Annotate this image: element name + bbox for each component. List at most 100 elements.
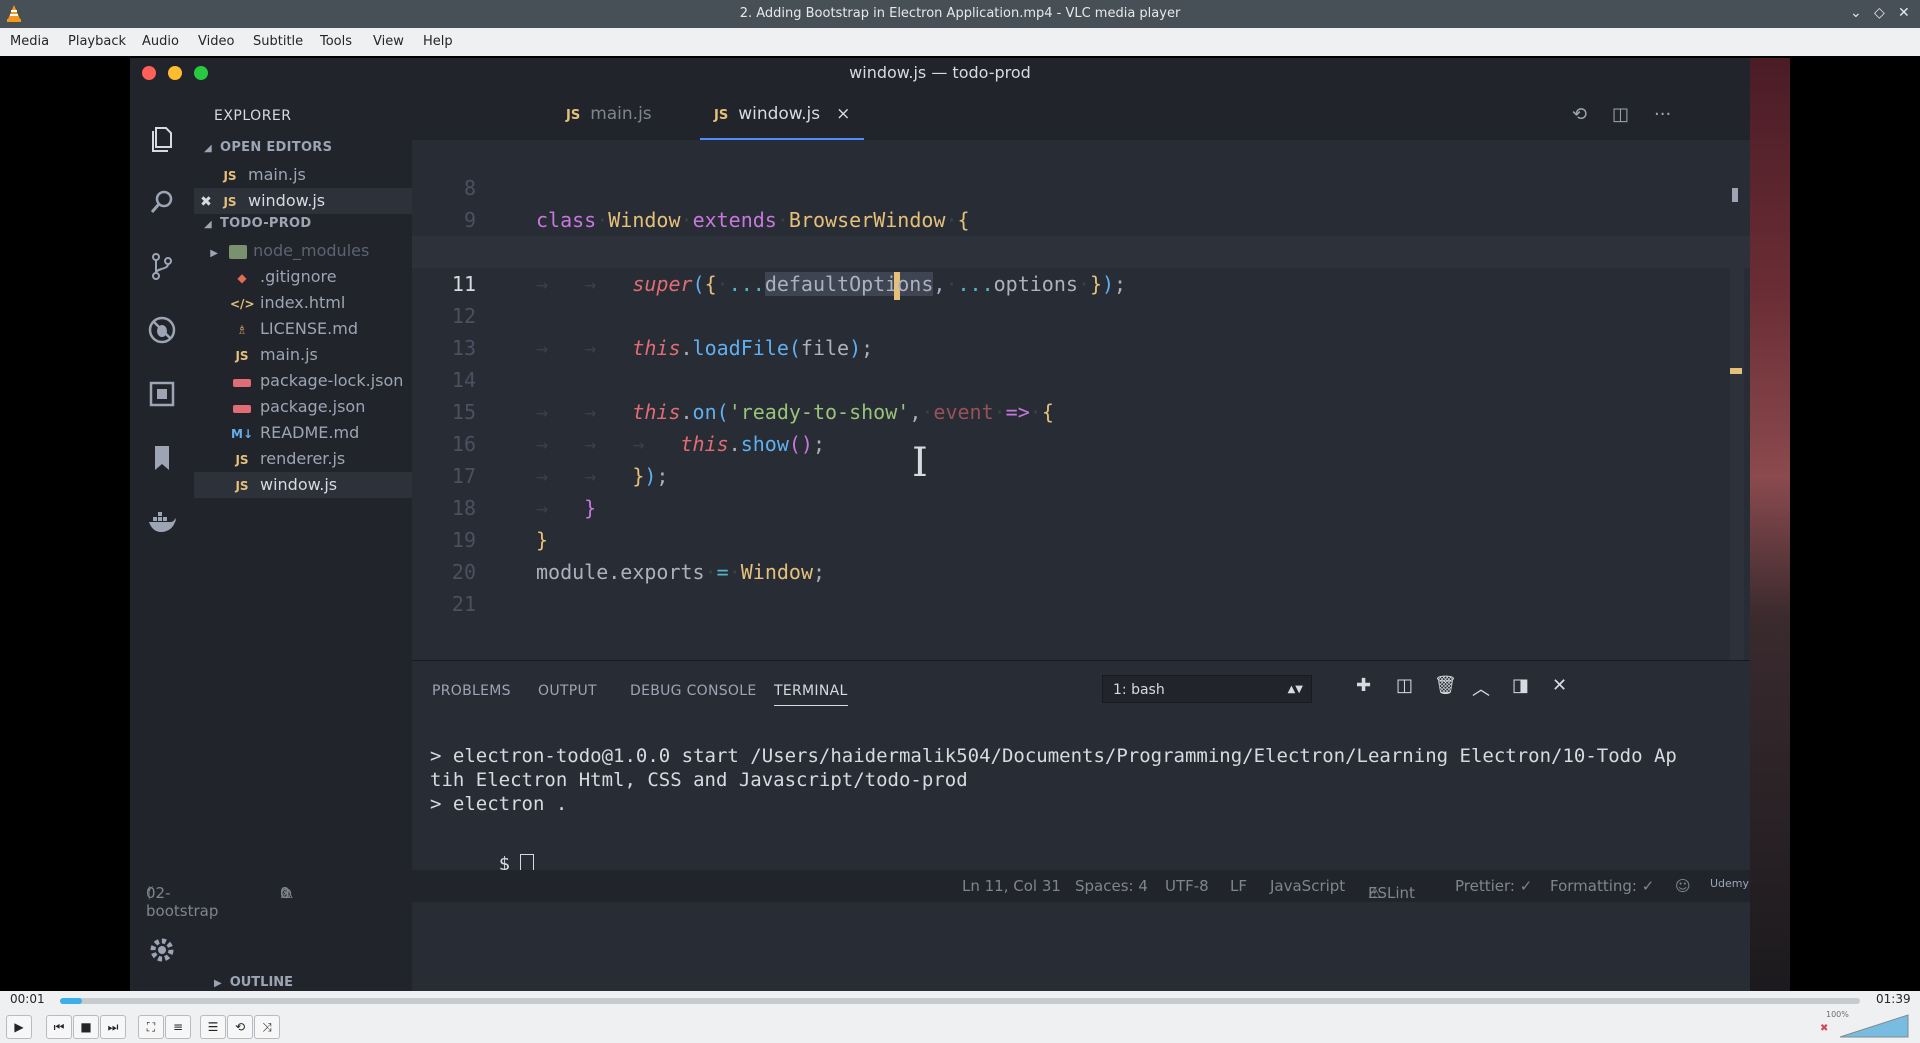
- open-editor-item-active[interactable]: ✖ JS window.js: [194, 188, 412, 214]
- tree-item[interactable]: JS renderer.js: [194, 446, 412, 472]
- time-elapsed: 00:01: [10, 992, 45, 1006]
- menu-view[interactable]: View: [373, 34, 404, 49]
- fullscreen-button[interactable]: ⛶: [138, 1015, 164, 1039]
- debug-icon[interactable]: [146, 314, 178, 346]
- gear-icon[interactable]: [146, 934, 178, 966]
- mac-close-button[interactable]: [142, 66, 156, 80]
- encoding[interactable]: UTF-8: [1165, 877, 1209, 895]
- minimize-icon[interactable]: ⌄: [1850, 5, 1862, 21]
- extended-settings-button[interactable]: ≡: [165, 1015, 191, 1039]
- code-line: 18 → }: [451, 496, 597, 520]
- tree-item[interactable]: JS main.js: [194, 342, 412, 368]
- mac-zoom-button[interactable]: [194, 66, 208, 80]
- stop-button[interactable]: ■: [73, 1015, 99, 1039]
- next-button[interactable]: ⏭: [100, 1015, 126, 1039]
- seek-area: 00:01 01:39: [0, 991, 1920, 1009]
- mac-minimize-button[interactable]: [168, 66, 182, 80]
- maximize-icon[interactable]: ◇: [1874, 5, 1885, 21]
- seek-fill: [60, 998, 82, 1004]
- tree-item[interactable]: package.json: [194, 394, 412, 420]
- tree-item[interactable]: ◆ .gitignore: [194, 264, 412, 290]
- terminal-select[interactable]: 1: bash ▲▼: [1102, 675, 1312, 703]
- previous-button[interactable]: ⏮: [46, 1015, 72, 1039]
- code-line: 17 → → });: [451, 464, 669, 488]
- code-editor[interactable]: 8 9 class·Window·extends·BrowserWindow·{ …: [412, 140, 1750, 660]
- editor-scrollbar[interactable]: [1730, 260, 1744, 660]
- minimap-marker: [1732, 188, 1738, 202]
- js-file-icon: JS: [235, 479, 249, 493]
- js-file-icon: JS: [235, 349, 249, 363]
- tab-terminal[interactable]: TERMINAL: [774, 683, 848, 706]
- open-editors-header[interactable]: ◢ OPEN EDITORS: [204, 140, 332, 155]
- split-editor-icon[interactable]: ◫: [1612, 104, 1629, 125]
- tab-debug-console[interactable]: DEBUG CONSOLE: [630, 683, 757, 699]
- tree-item-folder[interactable]: ▶ node_modules: [194, 238, 412, 264]
- tree-item-active[interactable]: JS window.js: [194, 472, 412, 498]
- status-bar: ᚶ 02-bootstrap ⊗ 0 ⚠ 0 Ln 11, Col 31 Spa…: [130, 870, 1750, 920]
- menu-audio[interactable]: Audio: [142, 34, 179, 49]
- formatting-status[interactable]: Formatting: ✓: [1550, 877, 1654, 895]
- code-line: 21: [451, 592, 476, 616]
- udemy-watermark: Udemy: [1710, 877, 1750, 890]
- extensions-icon[interactable]: [146, 378, 178, 410]
- muted-speaker-icon[interactable]: ✖: [1820, 1023, 1830, 1034]
- outline-header[interactable]: ▶ OUTLINE: [214, 975, 293, 990]
- code-line: 8: [463, 176, 476, 200]
- git-file-icon: ◆: [237, 271, 247, 285]
- smiley-icon[interactable]: ☺: [1675, 877, 1691, 895]
- language-mode[interactable]: JavaScript: [1270, 877, 1345, 895]
- cursor-position[interactable]: Ln 11, Col 31: [962, 877, 1061, 895]
- menu-tools[interactable]: Tools: [320, 34, 352, 49]
- code-line-current: 11 → → super({·...defaultOptions,·...opti…: [412, 236, 1750, 300]
- volume-slider[interactable]: [1838, 1013, 1910, 1039]
- open-changes-icon[interactable]: ⟲: [1572, 104, 1587, 125]
- tab-main-js[interactable]: JS main.js: [552, 88, 666, 140]
- tab-output[interactable]: OUTPUT: [538, 683, 597, 699]
- search-icon[interactable]: [146, 186, 178, 218]
- close-panel-icon[interactable]: ✕: [1552, 675, 1567, 696]
- project-header[interactable]: ◢ TODO-PROD: [204, 216, 311, 231]
- chevron-up-icon[interactable]: ︿: [1472, 675, 1490, 701]
- new-terminal-icon[interactable]: ✚: [1356, 675, 1371, 696]
- license-file-icon: ♗: [236, 323, 248, 337]
- menu-subtitle[interactable]: Subtitle: [253, 34, 303, 49]
- close-icon[interactable]: ✕: [1898, 5, 1910, 21]
- open-editor-item[interactable]: JS main.js: [194, 162, 412, 188]
- files-icon[interactable]: [146, 122, 178, 154]
- tree-item[interactable]: package-lock.json: [194, 368, 412, 394]
- source-control-icon[interactable]: [146, 250, 178, 282]
- loop-button[interactable]: ⟲: [227, 1015, 253, 1039]
- tab-problems[interactable]: PROBLEMS: [432, 683, 511, 699]
- split-terminal-icon[interactable]: ◫: [1396, 675, 1413, 696]
- close-tab-icon[interactable]: ×: [836, 104, 850, 124]
- code-line: 15 → → this.on('ready-to-show',·event·=>·…: [451, 400, 1054, 424]
- play-button[interactable]: ▶: [6, 1015, 32, 1039]
- seek-slider[interactable]: [60, 998, 1860, 1004]
- json-file-icon: [233, 378, 251, 387]
- bottom-panel: PROBLEMS OUTPUT DEBUG CONSOLE TERMINAL 1…: [412, 660, 1750, 876]
- more-actions-icon[interactable]: ···: [1654, 104, 1671, 125]
- tab-window-js[interactable]: JS window.js ×: [700, 88, 865, 140]
- end-of-line[interactable]: LF: [1230, 877, 1247, 895]
- menu-video[interactable]: Video: [198, 34, 234, 49]
- menu-help[interactable]: Help: [423, 34, 453, 49]
- code-line: 12: [451, 304, 476, 328]
- caret-right-icon: ▶: [214, 978, 222, 989]
- menu-bar: Media Playback Audio Video Subtitle Tool…: [0, 28, 1920, 56]
- shuffle-button[interactable]: ⤨: [254, 1015, 280, 1039]
- close-editor-icon[interactable]: ✖: [194, 189, 218, 215]
- indentation[interactable]: Spaces: 4: [1075, 877, 1148, 895]
- editor-tabs: JS main.js JS window.js × ⟲ ◫ ···: [412, 88, 1750, 140]
- code-line: 9 class·Window·extends·BrowserWindow·{: [463, 208, 970, 232]
- docker-icon[interactable]: [146, 506, 178, 538]
- menu-playback[interactable]: Playback: [68, 34, 126, 49]
- bookmark-icon[interactable]: [146, 442, 178, 474]
- playlist-button[interactable]: ☰: [200, 1015, 226, 1039]
- tree-item[interactable]: M↓ README.md: [194, 420, 412, 446]
- tree-item[interactable]: ♗ LICENSE.md: [194, 316, 412, 342]
- prettier-status[interactable]: Prettier: ✓: [1455, 877, 1532, 895]
- trash-icon[interactable]: 🗑: [1434, 675, 1457, 696]
- toggle-panel-icon[interactable]: ◨: [1512, 675, 1529, 696]
- menu-media[interactable]: Media: [10, 34, 49, 49]
- tree-item[interactable]: </> index.html: [194, 290, 412, 316]
